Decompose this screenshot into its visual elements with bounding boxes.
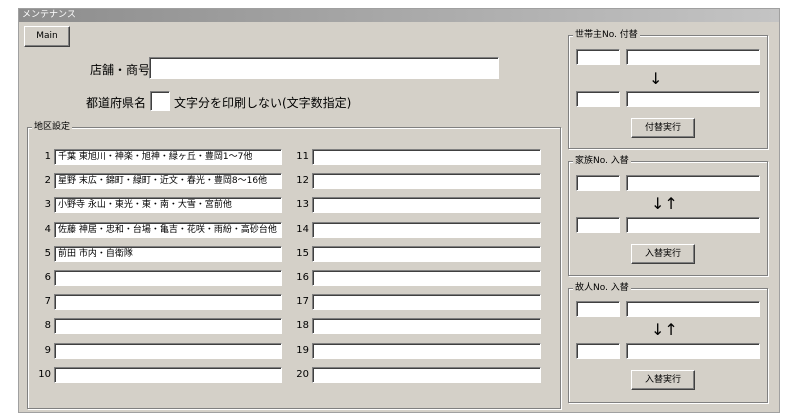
area-row-input[interactable]: 千葉 東旭川・神楽・旭神・緑ヶ丘・豊岡1〜7他 [54,149,282,165]
main-button[interactable]: Main [24,26,70,47]
area-row-number: 16 [296,272,309,283]
area-row-input[interactable] [312,343,541,359]
area-row-input[interactable] [312,270,541,286]
area-row-input[interactable] [312,294,541,310]
area-row-input[interactable] [54,294,282,310]
householder-from-input[interactable] [576,49,620,65]
deceased-to-input[interactable] [576,343,620,359]
deceased-from-name[interactable] [626,301,760,317]
area-row-number: 10 [38,369,51,380]
area-row-input[interactable] [312,173,541,189]
area-row-input[interactable] [54,270,282,286]
area-row-number: 12 [296,175,309,186]
family-from-name[interactable] [626,175,760,191]
householder-execute-button[interactable]: 付替実行 [631,118,695,138]
deceased-from-input[interactable] [576,301,620,317]
area-row-number: 7 [44,296,51,307]
area-row-number: 8 [44,320,51,331]
area-row-input[interactable] [312,222,541,238]
area-row-input[interactable]: 星野 末広・錦町・緑町・近文・春光・豊岡8〜16他 [54,173,282,189]
family-execute-button[interactable]: 入替実行 [631,244,695,264]
deceased-to-name[interactable] [626,343,760,359]
area-row-input[interactable] [312,367,541,383]
window-title: メンテナンス [19,9,779,22]
area-row-input[interactable] [54,318,282,334]
area-row-number: 20 [296,369,309,380]
prefecture-label: 都道府県名 [86,96,147,110]
store-input[interactable] [149,57,499,79]
area-row-number: 2 [44,175,51,186]
area-row-number: 14 [296,224,309,235]
family-arrows-icon: ↓↑ [651,194,678,213]
area-row-number: 9 [44,345,51,356]
area-row-input[interactable] [54,343,282,359]
area-row-input[interactable] [312,149,541,165]
prefecture-suffix-label: 文字分を印刷しない(文字数指定) [174,96,352,110]
householder-from-name[interactable] [626,49,760,65]
area-row-number: 5 [44,248,51,259]
maintenance-window: メンテナンス Main 店舗・商号 都道府県名 文字分を印刷しない(文字数指定)… [18,8,780,413]
area-row-input[interactable]: 佐藤 神居・忠和・台場・亀吉・花咲・雨紛・高砂台他 [54,222,282,238]
area-row-number: 11 [296,151,309,162]
householder-to-input[interactable] [576,91,620,107]
area-row-input[interactable] [312,246,541,262]
family-swap-title: 家族No. 入替 [573,155,631,167]
family-to-name[interactable] [626,217,760,233]
area-row-input[interactable]: 小野寺 永山・東光・東・南・大雪・宮前他 [54,197,282,213]
store-label: 店舗・商号 [90,63,151,77]
area-row-number: 4 [44,224,51,235]
area-row-number: 19 [296,345,309,356]
family-from-input[interactable] [576,175,620,191]
area-row-input[interactable] [312,197,541,213]
area-row-number: 18 [296,320,309,331]
family-to-input[interactable] [576,217,620,233]
area-settings-title: 地区設定 [32,121,73,133]
prefecture-char-count-input[interactable] [150,91,170,111]
area-row-number: 1 [44,151,51,162]
area-row-input[interactable] [54,367,282,383]
area-row-input[interactable]: 前田 市内・自衛隊 [54,246,282,262]
deceased-execute-button[interactable]: 入替実行 [631,370,695,390]
householder-swap-title: 世帯主No. 付替 [573,29,640,41]
area-row-number: 17 [296,296,309,307]
deceased-arrows-icon: ↓↑ [651,320,678,339]
area-row-number: 3 [44,199,51,210]
area-row-number: 6 [44,272,51,283]
area-row-number: 13 [296,199,309,210]
householder-to-name[interactable] [626,91,760,107]
area-row-number: 15 [296,248,309,259]
deceased-swap-title: 故人No. 入替 [573,282,631,294]
area-row-input[interactable] [312,318,541,334]
householder-arrow-icon: ↓ [649,69,663,88]
